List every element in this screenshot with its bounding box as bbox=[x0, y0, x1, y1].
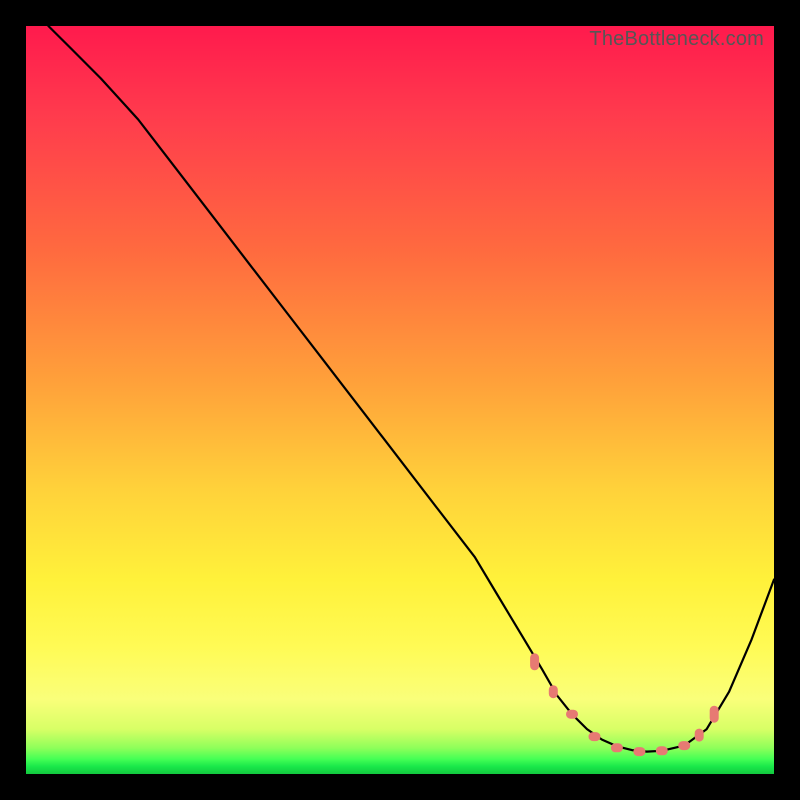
marker-dot bbox=[710, 706, 718, 722]
bottleneck-curve bbox=[48, 26, 774, 752]
marker-dot bbox=[656, 747, 667, 755]
marker-dot bbox=[549, 686, 557, 698]
marker-dot bbox=[531, 654, 539, 670]
marker-dot bbox=[567, 710, 578, 718]
marker-dot bbox=[611, 744, 622, 752]
marker-dot bbox=[695, 729, 703, 741]
marker-dot bbox=[589, 733, 600, 741]
chart-svg bbox=[26, 26, 774, 774]
chart-plot-area: TheBottleneck.com bbox=[26, 26, 774, 774]
chart-frame: TheBottleneck.com bbox=[0, 0, 800, 800]
marker-dot bbox=[679, 742, 690, 750]
marker-dot bbox=[634, 748, 645, 756]
